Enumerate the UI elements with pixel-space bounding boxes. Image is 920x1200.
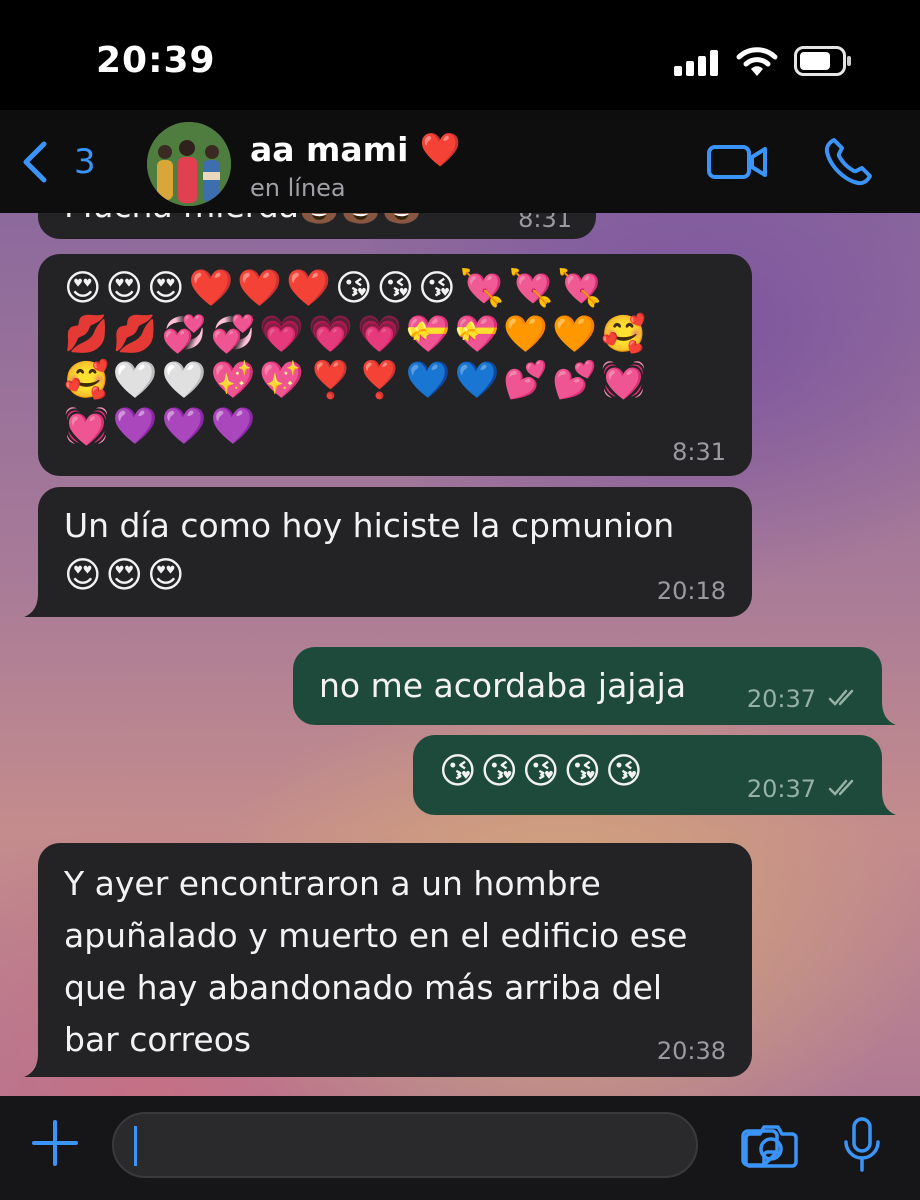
- text-cursor: [134, 1126, 137, 1166]
- message-emoji-line: 😍😍😍: [64, 555, 189, 596]
- contact-name-text: aa mami: [250, 130, 409, 169]
- message-emoji-line: 😍😍😍❤️❤️❤️😘😘😘💘💘💘: [64, 268, 607, 309]
- composer-bar: [0, 1096, 920, 1200]
- bubble-tail: [24, 1053, 52, 1077]
- message-bubble[interactable]: no me acordaba jajaja 20:37: [293, 647, 896, 725]
- camera-icon[interactable]: [744, 1122, 798, 1168]
- bubble-tail: [868, 701, 896, 725]
- chevron-left-icon: [23, 141, 47, 183]
- message-bubble[interactable]: Y ayer encontraron a un hombre apuñalado…: [24, 843, 752, 1077]
- message-text-line: que hay abandonado más arriba del: [64, 968, 663, 1007]
- status-time: 20:39: [96, 40, 216, 81]
- avatar-photo: [147, 122, 231, 206]
- heart-emoji: ❤️: [419, 130, 461, 169]
- read-ticks-icon: [828, 779, 854, 796]
- wifi-icon: [736, 47, 778, 76]
- message-text-line: apuñalado y muerto en el edificio ese: [64, 916, 688, 955]
- contact-status: en línea: [250, 174, 346, 202]
- message-text: Mucha mierda💩💩💩: [64, 213, 422, 228]
- microphone-icon[interactable]: [842, 1116, 882, 1174]
- message-bubble[interactable]: 😍😍😍❤️❤️❤️😘😘😘💘💘💘 💋💋💞💞💗💗💗💝💝🧡🧡🥰 🥰🤍🤍💖💖❣️❣️💙💙…: [38, 254, 752, 476]
- cellular-signal-icon: [674, 50, 720, 76]
- plus-icon[interactable]: [30, 1118, 80, 1168]
- video-camera-icon[interactable]: [706, 142, 768, 182]
- bubble-tail: [868, 791, 896, 815]
- unread-count: 3: [74, 142, 96, 182]
- message-time: 20:18: [656, 577, 726, 605]
- bubble-tail: [24, 593, 52, 617]
- message-time: 20:38: [656, 1037, 726, 1065]
- message-bubble[interactable]: Mucha mierda💩💩💩 8:31: [38, 213, 596, 239]
- message-text: Un día como hoy hiciste la cpmunion: [64, 506, 675, 545]
- message-emoji-line: 😘😘😘😘😘: [439, 751, 647, 792]
- message-text-line: Y ayer encontraron a un hombre: [64, 864, 601, 903]
- contact-name[interactable]: aa mami ❤️: [250, 130, 461, 170]
- message-text: no me acordaba jajaja: [319, 666, 687, 705]
- battery-icon: [794, 46, 851, 76]
- read-ticks-icon: [828, 689, 854, 706]
- back-button[interactable]: 3: [18, 140, 108, 184]
- message-time: 20:37: [746, 685, 816, 713]
- phone-icon[interactable]: [822, 136, 874, 188]
- message-bubble[interactable]: Un día como hoy hiciste la cpmunion 😍😍😍 …: [24, 487, 752, 617]
- message-emoji-line: 💋💋💞💞💗💗💗💝💝🧡🧡🥰: [64, 314, 650, 355]
- contact-avatar[interactable]: [147, 122, 231, 206]
- message-emoji-line: 💓💜💜💜: [64, 406, 260, 447]
- message-bubble[interactable]: 😘😘😘😘😘 20:37: [413, 735, 896, 815]
- chat-area[interactable]: Mucha mierda💩💩💩 8:31 😍😍😍❤️❤️❤️😘😘😘💘💘💘 💋💋💞…: [0, 213, 920, 1096]
- status-bar: 20:39: [0, 0, 920, 110]
- message-text-line: bar correos: [64, 1020, 252, 1059]
- message-time: 20:37: [746, 775, 816, 803]
- chat-header: 3 aa mami ❤️ en línea: [0, 110, 920, 213]
- message-input[interactable]: [112, 1112, 779, 1178]
- message-emoji-line: 🥰🤍🤍💖💖❣️❣️💙💙💕💕💓: [64, 360, 650, 401]
- message-time: 8:31: [518, 213, 572, 233]
- message-time: 8:31: [672, 438, 726, 466]
